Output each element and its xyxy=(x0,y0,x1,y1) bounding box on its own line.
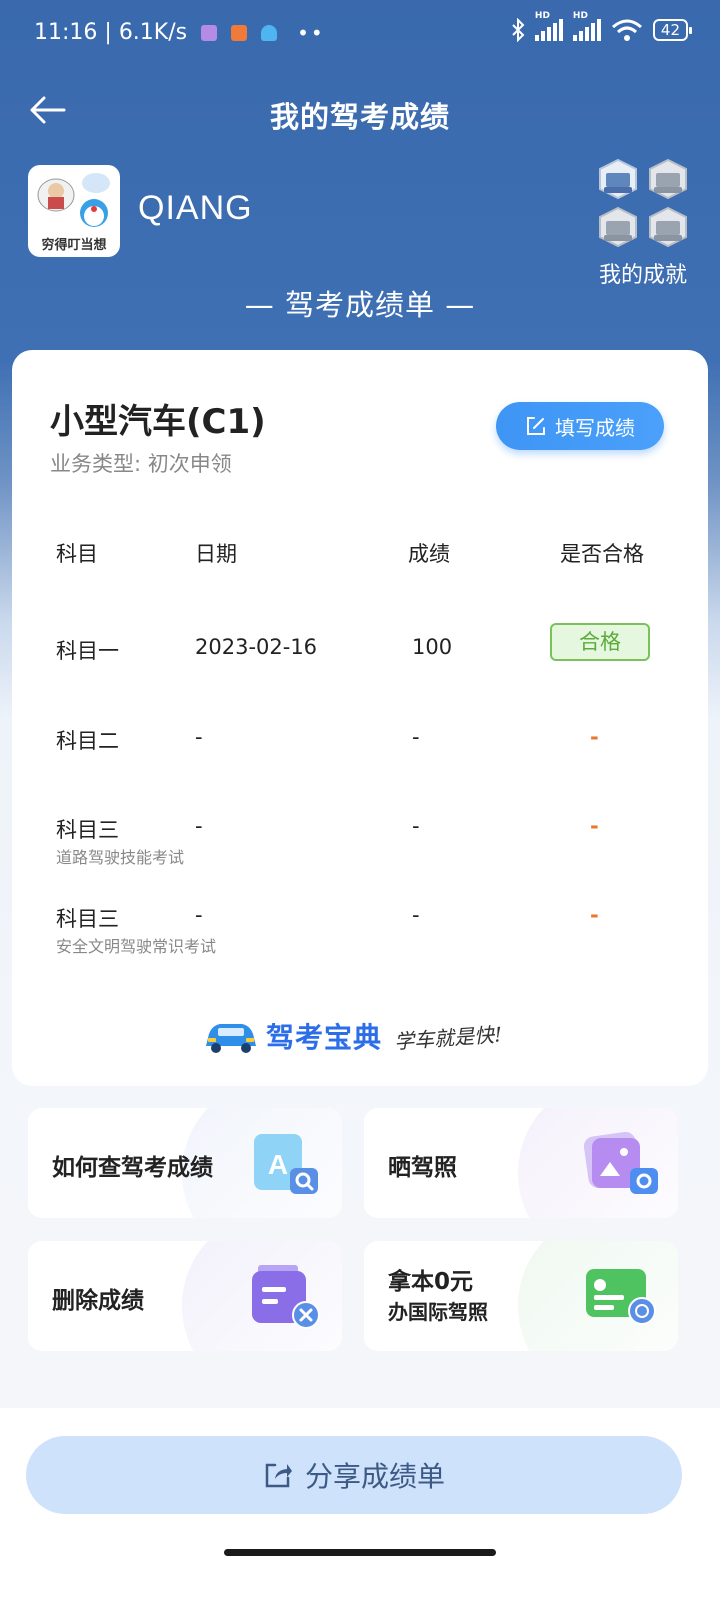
svg-text:A: A xyxy=(268,1149,288,1180)
tile-label-main: 拿本0元 xyxy=(388,1269,474,1295)
badge-grid xyxy=(588,157,698,249)
badge-icon xyxy=(649,206,687,248)
car-logo-icon xyxy=(206,1024,256,1053)
table-row: 科目三 道路驾驶技能考试 - - - xyxy=(12,814,708,884)
column-header-score: 成绩 xyxy=(408,542,450,566)
brand-logo: 驾考宝典 学车就是快! xyxy=(202,1016,503,1056)
row-pass: - xyxy=(590,903,599,927)
row-score: - xyxy=(412,725,420,749)
row-score: - xyxy=(412,903,420,927)
tile-label-sub: 办国际驾照 xyxy=(388,1300,488,1324)
username: QIANG xyxy=(138,189,253,227)
cloud-app-icon xyxy=(261,24,278,41)
row-subject: 科目二 xyxy=(56,729,119,753)
table-row: 科目一 2023-02-16 100 合格 xyxy=(12,623,708,705)
row-date: - xyxy=(195,903,203,927)
pass-status-badge: 合格 xyxy=(550,623,650,661)
row-subject-note: 安全文明驾驶常识考试 xyxy=(56,937,217,956)
signal-bars-icon xyxy=(572,19,601,41)
fill-score-button[interactable]: 填写成绩 xyxy=(496,402,664,450)
column-header-pass: 是否合格 xyxy=(560,542,644,566)
notification-app-icon xyxy=(201,24,218,41)
tile-international-license[interactable]: 拿本0元 办国际驾照 xyxy=(364,1241,678,1351)
row-pass: - xyxy=(590,725,599,749)
share-label: 分享成绩单 xyxy=(304,1460,445,1493)
wifi-icon xyxy=(611,19,642,41)
signal-1: HD xyxy=(534,11,563,41)
signal-2: HD xyxy=(572,11,601,41)
row-subject-note: 道路驾驶技能考试 xyxy=(56,848,185,867)
status-left: 11:16 | 6.1K/s •• xyxy=(34,20,325,45)
fill-score-label: 填写成绩 xyxy=(555,415,635,440)
badge-icon xyxy=(599,158,637,200)
badge-icon xyxy=(649,158,687,200)
business-type: 业务类型: 初次申领 xyxy=(50,452,232,476)
license-card-icon xyxy=(586,1269,656,1325)
vehicle-type: 小型汽车(C1) xyxy=(50,402,266,442)
status-bar: 11:16 | 6.1K/s •• HD HD 42 xyxy=(0,0,720,70)
photo-share-icon xyxy=(583,1131,658,1194)
tile-label: 删除成绩 xyxy=(52,1288,144,1314)
edit-icon xyxy=(527,417,545,435)
avatar-caption: 穷得叮当想 xyxy=(41,238,107,253)
column-header-subject: 科目 xyxy=(56,542,98,566)
row-subject: 科目三 xyxy=(56,818,119,842)
status-time: 11:16 xyxy=(34,20,98,45)
row-date: 2023-02-16 xyxy=(195,635,318,659)
table-row: 科目二 - - - xyxy=(12,725,708,795)
tile-label: 如何查驾考成绩 xyxy=(52,1155,213,1181)
share-icon xyxy=(265,1463,292,1488)
tile-delete-score[interactable]: 删除成绩 xyxy=(28,1241,342,1351)
tile-label: 拿本0元 办国际驾照 xyxy=(388,1267,488,1327)
tile-show-license[interactable]: 晒驾照 xyxy=(364,1108,678,1218)
page-title: 我的驾考成绩 xyxy=(269,100,450,134)
score-card: 小型汽车(C1) 业务类型: 初次申领 填写成绩 科目 日期 成绩 是否合格 科… xyxy=(12,350,708,1086)
network-speed: 6.1K/s xyxy=(118,20,188,45)
tile-how-to-check[interactable]: 如何查驾考成绩 A xyxy=(28,1108,342,1218)
share-score-button[interactable]: 分享成绩单 xyxy=(26,1436,682,1514)
row-pass: - xyxy=(590,814,599,838)
delete-document-icon xyxy=(252,1265,320,1329)
more-notifications-icon: •• xyxy=(297,20,325,45)
brand-name: 驾考宝典 xyxy=(266,1021,383,1054)
row-date: - xyxy=(195,814,203,838)
home-indicator[interactable] xyxy=(224,1549,496,1556)
row-score: - xyxy=(412,814,420,838)
signal-bars-icon xyxy=(534,19,563,41)
battery-indicator: 42 xyxy=(652,19,693,41)
badge-icon xyxy=(599,206,637,248)
row-subject: 科目一 xyxy=(56,639,119,663)
row-score: 100 xyxy=(412,635,453,659)
brand-slogan: 学车就是快! xyxy=(393,1021,503,1054)
achievements[interactable]: 我的成就 xyxy=(588,157,698,289)
column-header-date: 日期 xyxy=(195,542,237,566)
status-right: HD HD 42 xyxy=(511,11,693,42)
search-score-icon: A xyxy=(254,1134,318,1194)
table-row: 科目三 安全文明驾驶常识考试 - - - xyxy=(12,903,708,973)
avatar[interactable]: 穷得叮当想 xyxy=(28,165,120,257)
sheet-title: — 驾考成绩单 — xyxy=(244,288,476,322)
top-navigation-bar: 我的驾考成绩 xyxy=(0,80,720,144)
row-date: - xyxy=(195,725,203,749)
row-subject: 科目三 xyxy=(56,907,119,931)
bluetooth-icon xyxy=(512,18,525,42)
tile-label: 晒驾照 xyxy=(388,1155,457,1181)
shopping-bag-icon xyxy=(231,24,248,41)
